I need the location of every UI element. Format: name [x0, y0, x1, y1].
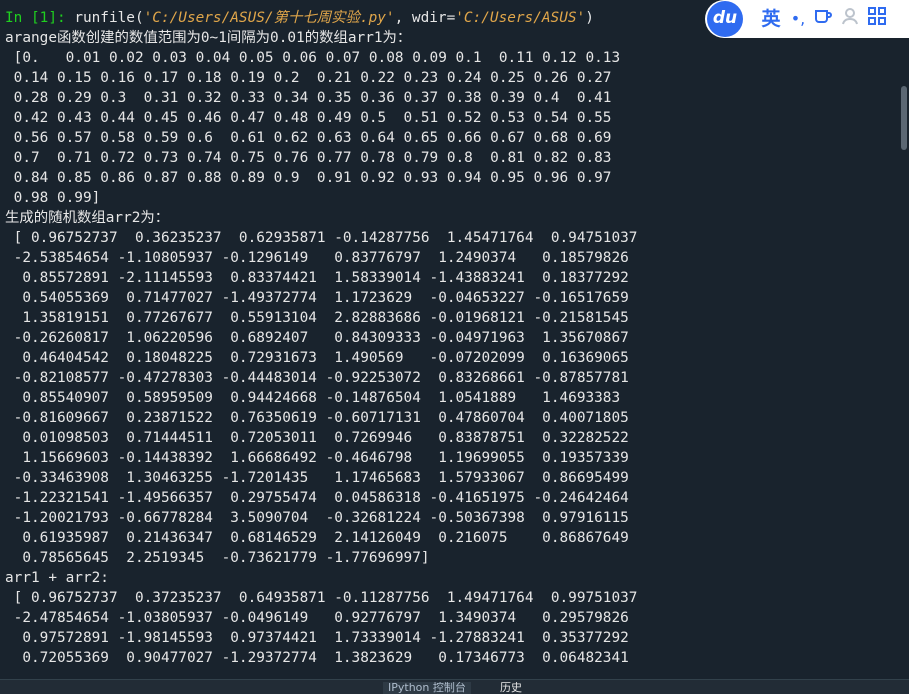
grid-icon[interactable]	[865, 6, 889, 32]
output-line: -0.81609667 0.23871522 0.76350619 -0.607…	[5, 410, 629, 426]
output-line: 0.01098503 0.71444511 0.72053011 0.72699…	[5, 430, 629, 446]
ime-toolbar: du 英 •,	[705, 0, 909, 38]
output-line: 0.84 0.85 0.86 0.87 0.88 0.89 0.9 0.91 0…	[5, 170, 612, 186]
output-line: 1.15669603 -0.14438392 1.66686492 -0.464…	[5, 450, 629, 466]
command-suffix: )	[585, 10, 594, 26]
output-line: [ 0.96752737 0.37235237 0.64935871 -0.11…	[5, 590, 638, 606]
file-path: 'C:/Users/ASUS/第十七周实验.py'	[143, 10, 395, 26]
punctuation-toggle[interactable]: •,	[789, 6, 807, 32]
output-line: [0. 0.01 0.02 0.03 0.04 0.05 0.06 0.07 0…	[5, 50, 621, 66]
output-line: 0.85540907 0.58959509 0.94424668 -0.1487…	[5, 390, 621, 406]
output-line: -1.20021793 -0.66778284 3.5090704 -0.326…	[5, 510, 629, 526]
output-line: 生成的随机数组arr2为：	[5, 210, 170, 226]
ipython-console[interactable]: In [1]: runfile('C:/Users/ASUS/第十七周实验.py…	[0, 0, 898, 680]
command-prefix: runfile(	[74, 10, 144, 26]
output-line: -0.26260817 1.06220596 0.6892407 0.84309…	[5, 330, 629, 346]
output-line: 0.42 0.43 0.44 0.45 0.46 0.47 0.48 0.49 …	[5, 110, 612, 126]
language-toggle[interactable]: 英	[759, 6, 783, 32]
output-line: [ 0.96752737 0.36235237 0.62935871 -0.14…	[5, 230, 638, 246]
output-line: 0.85572891 -2.11145593 0.83374421 1.5833…	[5, 270, 629, 286]
output-line: 1.35819151 0.77267677 0.55913104 2.82883…	[5, 310, 629, 326]
scrollbar-thumb[interactable]	[901, 86, 907, 150]
output-line: -0.82108577 -0.47278303 -0.44483014 -0.9…	[5, 370, 629, 386]
bottom-tab-bar: IPython 控制台 历史	[0, 679, 909, 694]
wdir-path: 'C:/Users/ASUS'	[455, 10, 586, 26]
tab-history[interactable]: 历史	[495, 682, 527, 694]
tab-ipython-console[interactable]: IPython 控制台	[383, 682, 471, 694]
command-mid: , wdir=	[394, 10, 456, 26]
output-line: 0.7 0.71 0.72 0.73 0.74 0.75 0.76 0.77 0…	[5, 150, 612, 166]
output-line: 0.78565645 2.2519345 -0.73621779 -1.7769…	[5, 550, 430, 566]
output-line: -0.33463908 1.30463255 -1.7201435 1.1746…	[5, 470, 629, 486]
user-icon[interactable]	[839, 6, 861, 32]
output-line: -1.22321541 -1.49566357 0.29755474 0.045…	[5, 490, 629, 506]
output-line: 0.28 0.29 0.3 0.31 0.32 0.33 0.34 0.35 0…	[5, 90, 612, 106]
output-line: 0.98 0.99]	[5, 190, 101, 206]
output-line: 0.61935987 0.21436347 0.68146529 2.14126…	[5, 530, 629, 546]
output-line: 0.72055369 0.90477027 -1.29372774 1.3823…	[5, 650, 629, 666]
vertical-scrollbar[interactable]	[898, 0, 909, 680]
output-line: 0.46404542 0.18048225 0.72931673 1.49056…	[5, 350, 629, 366]
output-line: 0.97572891 -1.98145593 0.97374421 1.7333…	[5, 630, 629, 646]
cup-icon[interactable]	[811, 6, 835, 32]
output-line: 0.14 0.15 0.16 0.17 0.18 0.19 0.2 0.21 0…	[5, 70, 612, 86]
output-line: arange函数创建的数值范围为0~1间隔为0.01的数组arr1为：	[5, 30, 412, 46]
input-prompt: In [1]:	[5, 10, 75, 26]
command-line: In [1]: runfile('C:/Users/ASUS/第十七周实验.py…	[5, 8, 594, 28]
output-line: -2.47854654 -1.03805937 -0.0496149 0.927…	[5, 610, 629, 626]
output-line: 0.54055369 0.71477027 -1.49372774 1.1723…	[5, 290, 629, 306]
output-line: arr1 + arr2:	[5, 570, 109, 586]
output-line: -2.53854654 -1.10805937 -0.1296149 0.837…	[5, 250, 629, 266]
baidu-ime-logo[interactable]: du	[707, 1, 743, 37]
output-line: 0.56 0.57 0.58 0.59 0.6 0.61 0.62 0.63 0…	[5, 130, 612, 146]
